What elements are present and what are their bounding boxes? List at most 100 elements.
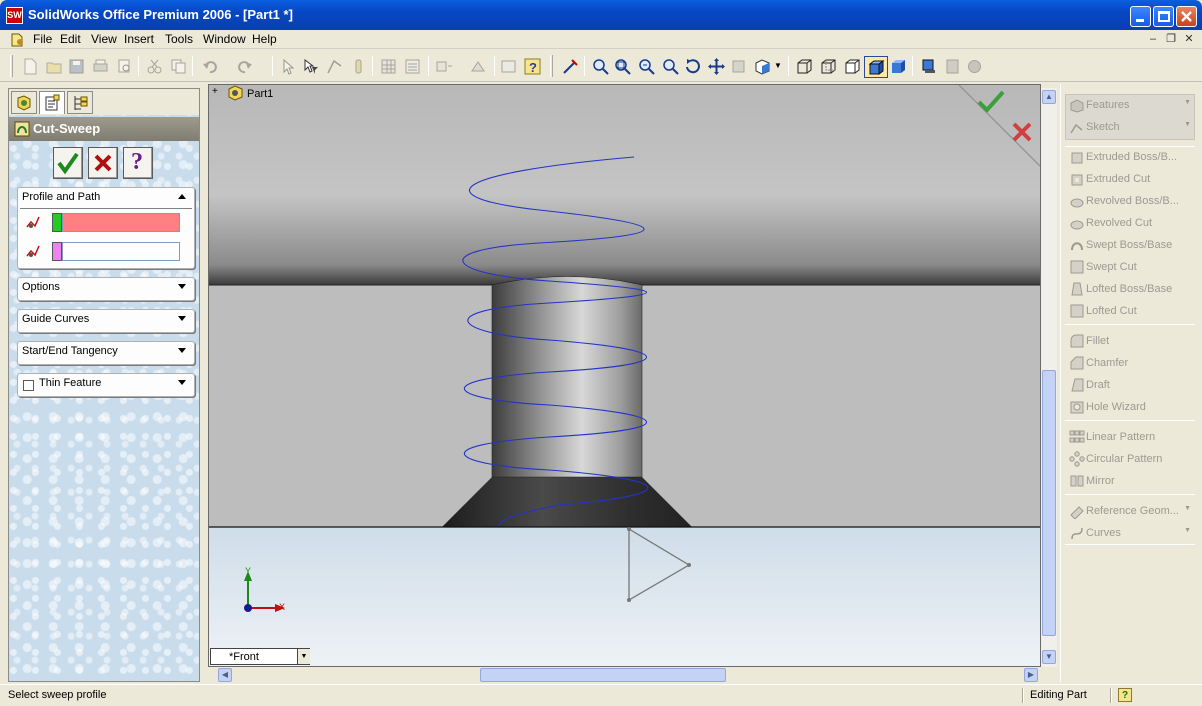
undo-icon[interactable]: [202, 58, 219, 75]
task-item-swept-boss[interactable]: Swept Boss/Base: [1067, 236, 1195, 254]
rotate-view-icon[interactable]: [684, 58, 701, 75]
thin-feature-checkbox[interactable]: [23, 380, 34, 391]
new-document-icon[interactable]: [22, 58, 39, 75]
task-item-fillet[interactable]: Fillet: [1067, 332, 1195, 350]
scroll-up-button[interactable]: ▲: [1042, 90, 1056, 104]
menu-tools[interactable]: Tools: [165, 32, 193, 46]
save-icon[interactable]: [68, 58, 85, 75]
shaded-edges-toggle[interactable]: [864, 56, 888, 78]
path-selection-field[interactable]: [62, 242, 180, 261]
print-preview-icon[interactable]: [116, 58, 133, 75]
properties-icon[interactable]: [500, 58, 517, 75]
sketch-icon[interactable]: [326, 58, 343, 75]
realview-icon[interactable]: [966, 58, 983, 75]
confirm-cancel-icon[interactable]: [1011, 121, 1033, 143]
standard-views-icon[interactable]: [754, 58, 771, 75]
task-item-lofted-boss[interactable]: Lofted Boss/Base: [1067, 280, 1195, 298]
menu-view[interactable]: View: [91, 32, 117, 46]
scroll-down-button[interactable]: ▼: [1042, 650, 1056, 664]
task-item-reference-geometry[interactable]: Reference Geom... ▼: [1067, 502, 1195, 520]
ok-button[interactable]: [53, 147, 83, 179]
standard-views-dropdown[interactable]: ▼: [774, 61, 782, 70]
tree-expander[interactable]: +: [212, 87, 221, 97]
group-profile-and-path-title[interactable]: Profile and Path: [22, 191, 100, 203]
shadows-icon[interactable]: [920, 58, 937, 75]
grid-icon[interactable]: [380, 58, 397, 75]
section-view-icon[interactable]: [944, 58, 961, 75]
group-guide-curves[interactable]: Guide Curves: [17, 309, 195, 333]
graphics-area[interactable]: + Part1 Y X: [208, 84, 1041, 667]
task-item-linear-pattern[interactable]: Linear Pattern: [1067, 428, 1195, 446]
menu-help[interactable]: Help: [252, 32, 277, 46]
zoom-in-out-icon[interactable]: [638, 58, 655, 75]
collapse-arrow-icon[interactable]: [178, 194, 186, 199]
task-item-draft[interactable]: Draft: [1067, 376, 1195, 394]
task-item-revolved-boss[interactable]: Revolved Boss/B...: [1067, 192, 1195, 210]
menu-edit[interactable]: Edit: [60, 32, 81, 46]
copy-icon[interactable]: [170, 58, 187, 75]
select-filter-icon[interactable]: [302, 58, 319, 75]
close-button[interactable]: [1176, 6, 1197, 27]
mate-icon[interactable]: [436, 58, 453, 75]
group-start-end-tangency[interactable]: Start/End Tangency: [17, 341, 195, 365]
help-icon[interactable]: ?: [524, 58, 541, 75]
doc-close-button[interactable]: ✕: [1182, 33, 1196, 46]
options-icon[interactable]: [404, 58, 421, 75]
maximize-button[interactable]: [1153, 6, 1174, 27]
doc-restore-button[interactable]: ❐: [1164, 33, 1178, 46]
task-item-lofted-cut[interactable]: Lofted Cut: [1067, 302, 1195, 320]
component-icon[interactable]: [470, 58, 487, 75]
pan-icon[interactable]: [708, 58, 725, 75]
task-item-features[interactable]: Features ▼: [1067, 96, 1195, 114]
tab-configuration-manager[interactable]: [67, 91, 93, 114]
task-item-chamfer[interactable]: Chamfer: [1067, 354, 1195, 372]
rebuild-icon[interactable]: [350, 58, 367, 75]
document-icon[interactable]: [10, 32, 26, 47]
minimize-button[interactable]: [1130, 6, 1151, 27]
hidden-lines-visible-icon[interactable]: [820, 58, 837, 75]
profile-selection-field[interactable]: [62, 213, 180, 232]
task-item-revolved-cut[interactable]: Revolved Cut: [1067, 214, 1195, 232]
group-thin-feature[interactable]: Thin Feature: [17, 373, 195, 397]
zoom-fit-icon[interactable]: [592, 58, 609, 75]
zoom-selection-icon[interactable]: [662, 58, 679, 75]
print-icon[interactable]: [92, 58, 109, 75]
hidden-lines-removed-icon[interactable]: [844, 58, 861, 75]
select-arrow-icon[interactable]: [280, 58, 297, 75]
task-item-extruded-cut[interactable]: Extruded Cut: [1067, 170, 1195, 188]
cancel-button[interactable]: [88, 147, 118, 179]
confirm-ok-icon[interactable]: [976, 89, 1006, 115]
cut-icon[interactable]: [146, 58, 163, 75]
group-options[interactable]: Options: [17, 277, 195, 301]
vertical-scroll-thumb[interactable]: [1042, 370, 1056, 636]
doc-minimize-button[interactable]: –: [1146, 33, 1160, 46]
zoom-to-fit-wand-icon[interactable]: [562, 58, 579, 75]
task-item-mirror[interactable]: Mirror: [1067, 472, 1195, 490]
tab-feature-manager[interactable]: [11, 91, 37, 114]
menu-window[interactable]: Window: [203, 32, 246, 46]
view-tab-dropdown[interactable]: ▼: [297, 649, 310, 664]
scroll-left-button[interactable]: ◀: [218, 668, 232, 682]
wireframe-icon[interactable]: [796, 58, 813, 75]
task-item-sketch[interactable]: Sketch ▼: [1067, 118, 1195, 136]
part-icon[interactable]: [226, 85, 244, 101]
feature-tree-root[interactable]: Part1: [247, 88, 273, 100]
shaded-icon[interactable]: [890, 58, 907, 75]
3d-drawing-view-icon[interactable]: [730, 58, 747, 75]
menu-file[interactable]: File: [33, 32, 52, 46]
redo-icon[interactable]: [236, 58, 253, 75]
scroll-right-button[interactable]: ▶: [1024, 668, 1038, 682]
task-item-hole-wizard[interactable]: Hole Wizard: [1067, 398, 1195, 416]
view-tab[interactable]: *Front ▼: [210, 648, 310, 665]
tab-property-manager[interactable]: [39, 91, 65, 114]
task-item-extruded-boss[interactable]: Extruded Boss/B...: [1067, 148, 1195, 166]
zoom-area-icon[interactable]: [614, 58, 631, 75]
solidworks-app-icon[interactable]: SW: [6, 7, 23, 24]
horizontal-scroll-thumb[interactable]: [480, 668, 726, 682]
help-button[interactable]: ?: [123, 147, 153, 179]
task-item-circular-pattern[interactable]: Circular Pattern: [1067, 450, 1195, 468]
status-help-icon[interactable]: ?: [1118, 688, 1132, 702]
task-item-swept-cut[interactable]: Swept Cut: [1067, 258, 1195, 276]
menu-insert[interactable]: Insert: [124, 32, 154, 46]
task-item-curves[interactable]: Curves ▼: [1067, 524, 1195, 542]
